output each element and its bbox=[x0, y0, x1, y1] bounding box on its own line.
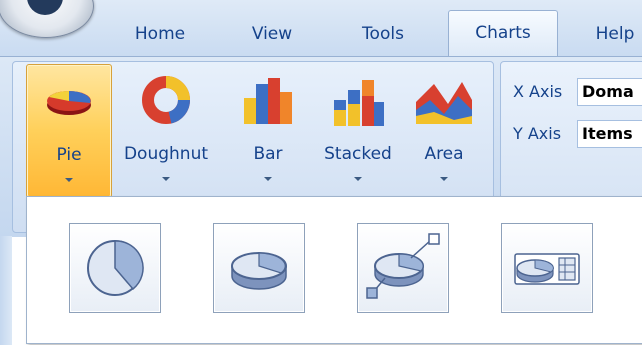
pie-2d-option[interactable] bbox=[69, 223, 161, 313]
pie-3d-legend-option[interactable] bbox=[501, 223, 593, 313]
tab-help[interactable]: Help bbox=[580, 12, 642, 56]
y-axis-label: Y Axis bbox=[513, 124, 562, 143]
stacked-chart-icon bbox=[334, 80, 384, 126]
doughnut-chart-label: Doughnut bbox=[123, 144, 209, 164]
pie-chart-label: Pie bbox=[56, 145, 82, 165]
bar-chart-icon bbox=[244, 78, 292, 124]
doughnut-chart-button[interactable]: Doughnut bbox=[116, 64, 216, 199]
tab-tools[interactable]: Tools bbox=[340, 12, 426, 56]
stacked-chart-label: Stacked bbox=[324, 144, 392, 164]
pie-chart-button[interactable]: Pie bbox=[26, 64, 112, 198]
pie-2d-icon bbox=[87, 240, 144, 296]
pie-3d-exploded-callout-icon bbox=[366, 233, 440, 299]
x-axis-combo[interactable]: Doma bbox=[577, 78, 642, 106]
application-logo-icon bbox=[27, 0, 63, 15]
pie-3d-exploded-option[interactable] bbox=[357, 223, 449, 313]
chevron-down-icon bbox=[354, 177, 362, 181]
chevron-down-icon bbox=[264, 177, 272, 181]
chevron-down-icon bbox=[65, 178, 73, 182]
tab-charts[interactable]: Charts bbox=[448, 10, 558, 57]
chevron-down-icon bbox=[440, 177, 448, 181]
application-orb-button[interactable] bbox=[0, 0, 94, 38]
doughnut-chart-icon bbox=[142, 76, 191, 124]
area-chart-label: Area bbox=[424, 144, 464, 164]
pie-chart-gallery-dropdown bbox=[26, 196, 642, 344]
stacked-chart-button[interactable]: Stacked bbox=[312, 64, 404, 199]
window-left-border bbox=[0, 236, 12, 345]
tab-view[interactable]: View bbox=[236, 12, 308, 56]
pie-chart-icon bbox=[47, 91, 91, 115]
pie-3d-option[interactable] bbox=[213, 223, 305, 313]
x-axis-label: X Axis bbox=[513, 82, 563, 101]
pie-3d-icon bbox=[231, 252, 287, 290]
ribbon-tab-strip: Home View Tools Charts Help bbox=[0, 0, 642, 57]
y-axis-combo[interactable]: Items bbox=[577, 120, 642, 148]
area-chart-button[interactable]: Area bbox=[408, 64, 480, 199]
chevron-down-icon bbox=[162, 177, 170, 181]
tab-home[interactable]: Home bbox=[120, 12, 200, 56]
area-chart-icon bbox=[416, 82, 472, 124]
bar-chart-label: Bar bbox=[253, 144, 283, 164]
bar-chart-button[interactable]: Bar bbox=[228, 64, 308, 199]
pie-3d-legend-icon bbox=[514, 253, 580, 285]
